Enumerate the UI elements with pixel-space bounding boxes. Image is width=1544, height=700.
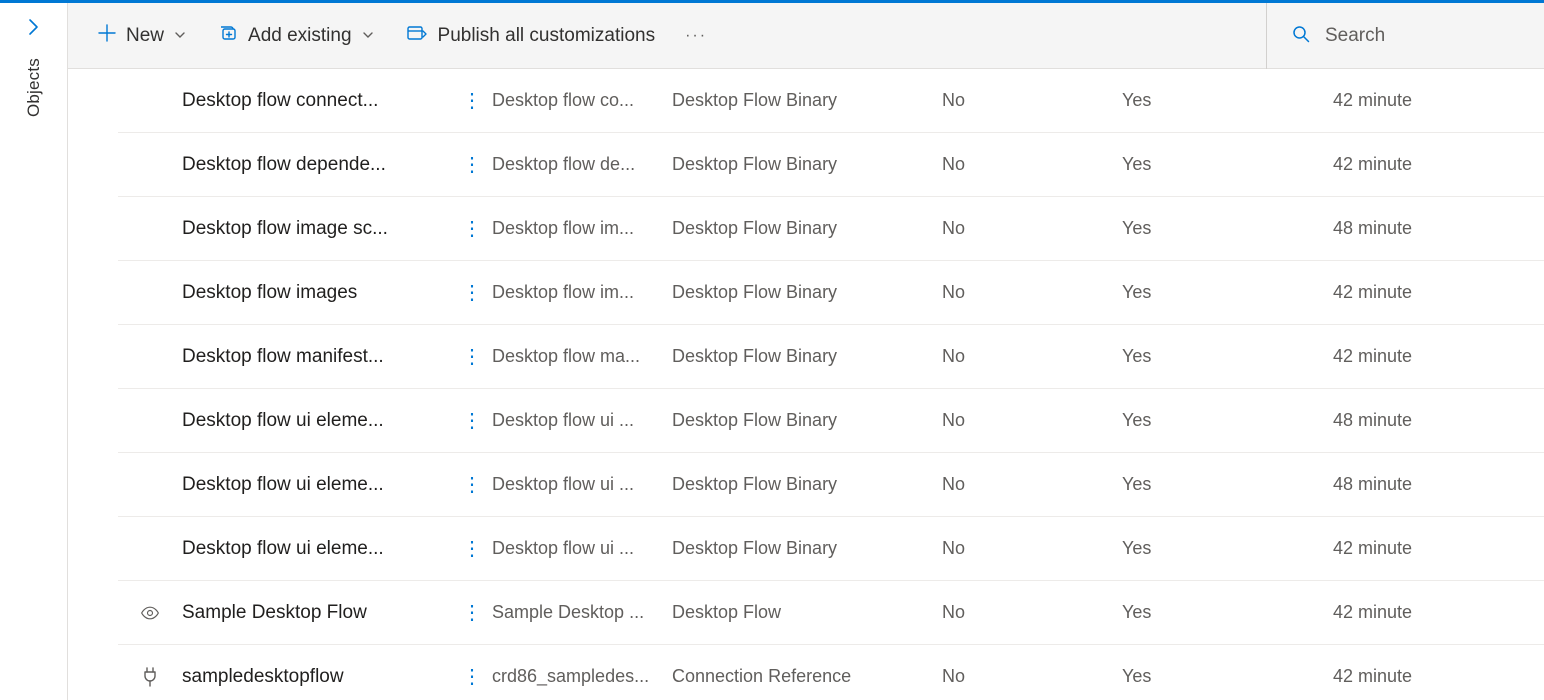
row-customizable: Yes — [1122, 410, 1292, 431]
search-box[interactable] — [1266, 3, 1526, 69]
table-row[interactable]: Desktop flow connect...⋮Desktop flow co.… — [118, 69, 1544, 133]
row-internal-name: Desktop flow de... — [492, 154, 672, 175]
row-type: Desktop Flow Binary — [672, 538, 942, 559]
row-customizable: Yes — [1122, 218, 1292, 239]
table-row[interactable]: Desktop flow ui eleme...⋮Desktop flow ui… — [118, 517, 1544, 581]
row-customizable: Yes — [1122, 538, 1292, 559]
row-type: Desktop Flow — [672, 602, 942, 623]
row-internal-name: Desktop flow ui ... — [492, 410, 672, 431]
row-type: Desktop Flow Binary — [672, 218, 942, 239]
row-type: Desktop Flow Binary — [672, 154, 942, 175]
row-display-name[interactable]: Desktop flow ui eleme... — [182, 538, 452, 560]
table-row[interactable]: Desktop flow depende...⋮Desktop flow de.… — [118, 133, 1544, 197]
row-customizable: Yes — [1122, 282, 1292, 303]
row-customizable: Yes — [1122, 90, 1292, 111]
row-internal-name: Desktop flow ui ... — [492, 538, 672, 559]
row-internal-name: Desktop flow ui ... — [492, 474, 672, 495]
row-display-name[interactable]: Sample Desktop Flow — [182, 602, 452, 624]
table-row[interactable]: Desktop flow ui eleme...⋮Desktop flow ui… — [118, 389, 1544, 453]
row-type: Connection Reference — [672, 666, 942, 687]
row-internal-name: crd86_sampledes... — [492, 666, 672, 687]
row-modified: 42 minute — [1292, 154, 1412, 175]
row-managed: No — [942, 538, 1122, 559]
publish-icon — [406, 23, 428, 49]
row-modified: 42 minute — [1292, 538, 1412, 559]
left-rail: Objects — [0, 3, 68, 700]
table-row[interactable]: Desktop flow image sc...⋮Desktop flow im… — [118, 197, 1544, 261]
row-modified: 48 minute — [1292, 410, 1412, 431]
row-internal-name: Desktop flow im... — [492, 282, 672, 303]
row-modified: 42 minute — [1292, 90, 1412, 111]
rail-label-objects[interactable]: Objects — [24, 58, 44, 117]
row-type: Desktop Flow Binary — [672, 410, 942, 431]
row-managed: No — [942, 666, 1122, 687]
row-type: Desktop Flow Binary — [672, 346, 942, 367]
row-customizable: Yes — [1122, 154, 1292, 175]
publish-all-label: Publish all customizations — [438, 25, 656, 47]
row-modified: 42 minute — [1292, 666, 1412, 687]
row-type: Desktop Flow Binary — [672, 474, 942, 495]
search-icon — [1291, 24, 1311, 47]
row-modified: 42 minute — [1292, 346, 1412, 367]
row-modified: 48 minute — [1292, 474, 1412, 495]
row-managed: No — [942, 602, 1122, 623]
new-button[interactable]: New — [86, 14, 198, 58]
add-existing-button[interactable]: Add existing — [206, 14, 386, 58]
row-managed: No — [942, 346, 1122, 367]
table-row[interactable]: Sample Desktop Flow⋮Sample Desktop ...De… — [118, 581, 1544, 645]
overflow-menu-button[interactable]: ··· — [675, 27, 717, 45]
row-display-name[interactable]: Desktop flow connect... — [182, 90, 452, 112]
add-existing-label: Add existing — [248, 25, 352, 47]
row-display-name[interactable]: Desktop flow manifest... — [182, 346, 452, 368]
plug-icon — [118, 666, 182, 688]
row-modified: 42 minute — [1292, 602, 1412, 623]
row-customizable: Yes — [1122, 602, 1292, 623]
row-display-name[interactable]: Desktop flow ui eleme... — [182, 474, 452, 496]
row-managed: No — [942, 154, 1122, 175]
row-internal-name: Desktop flow co... — [492, 90, 672, 111]
eye-icon — [118, 603, 182, 623]
row-display-name[interactable]: Desktop flow depende... — [182, 154, 452, 176]
row-display-name[interactable]: Desktop flow image sc... — [182, 218, 452, 240]
expand-rail-chevron-icon[interactable] — [24, 17, 44, 40]
add-existing-icon — [218, 23, 238, 49]
row-display-name[interactable]: sampledesktopflow — [182, 666, 452, 688]
table-row[interactable]: Desktop flow images⋮Desktop flow im...De… — [118, 261, 1544, 325]
row-internal-name: Sample Desktop ... — [492, 602, 672, 623]
plus-icon — [98, 24, 116, 48]
row-managed: No — [942, 218, 1122, 239]
row-customizable: Yes — [1122, 474, 1292, 495]
publish-all-button[interactable]: Publish all customizations — [394, 14, 668, 58]
chevron-down-icon — [174, 25, 186, 47]
row-managed: No — [942, 410, 1122, 431]
row-managed: No — [942, 90, 1122, 111]
row-display-name[interactable]: Desktop flow ui eleme... — [182, 410, 452, 432]
row-customizable: Yes — [1122, 666, 1292, 687]
row-type: Desktop Flow Binary — [672, 90, 942, 111]
row-managed: No — [942, 282, 1122, 303]
chevron-down-icon — [362, 25, 374, 47]
objects-grid: Desktop flow connect...⋮Desktop flow co.… — [68, 69, 1544, 700]
new-button-label: New — [126, 25, 164, 47]
table-row[interactable]: Desktop flow ui eleme...⋮Desktop flow ui… — [118, 453, 1544, 517]
table-row[interactable]: Desktop flow manifest...⋮Desktop flow ma… — [118, 325, 1544, 389]
row-customizable: Yes — [1122, 346, 1292, 367]
row-internal-name: Desktop flow im... — [492, 218, 672, 239]
command-bar: New Add existing — [68, 3, 1544, 69]
row-internal-name: Desktop flow ma... — [492, 346, 672, 367]
search-input[interactable] — [1325, 25, 1505, 47]
row-display-name[interactable]: Desktop flow images — [182, 282, 452, 304]
table-row[interactable]: sampledesktopflow⋮crd86_sampledes...Conn… — [118, 645, 1544, 700]
row-modified: 48 minute — [1292, 218, 1412, 239]
row-modified: 42 minute — [1292, 282, 1412, 303]
row-type: Desktop Flow Binary — [672, 282, 942, 303]
row-managed: No — [942, 474, 1122, 495]
